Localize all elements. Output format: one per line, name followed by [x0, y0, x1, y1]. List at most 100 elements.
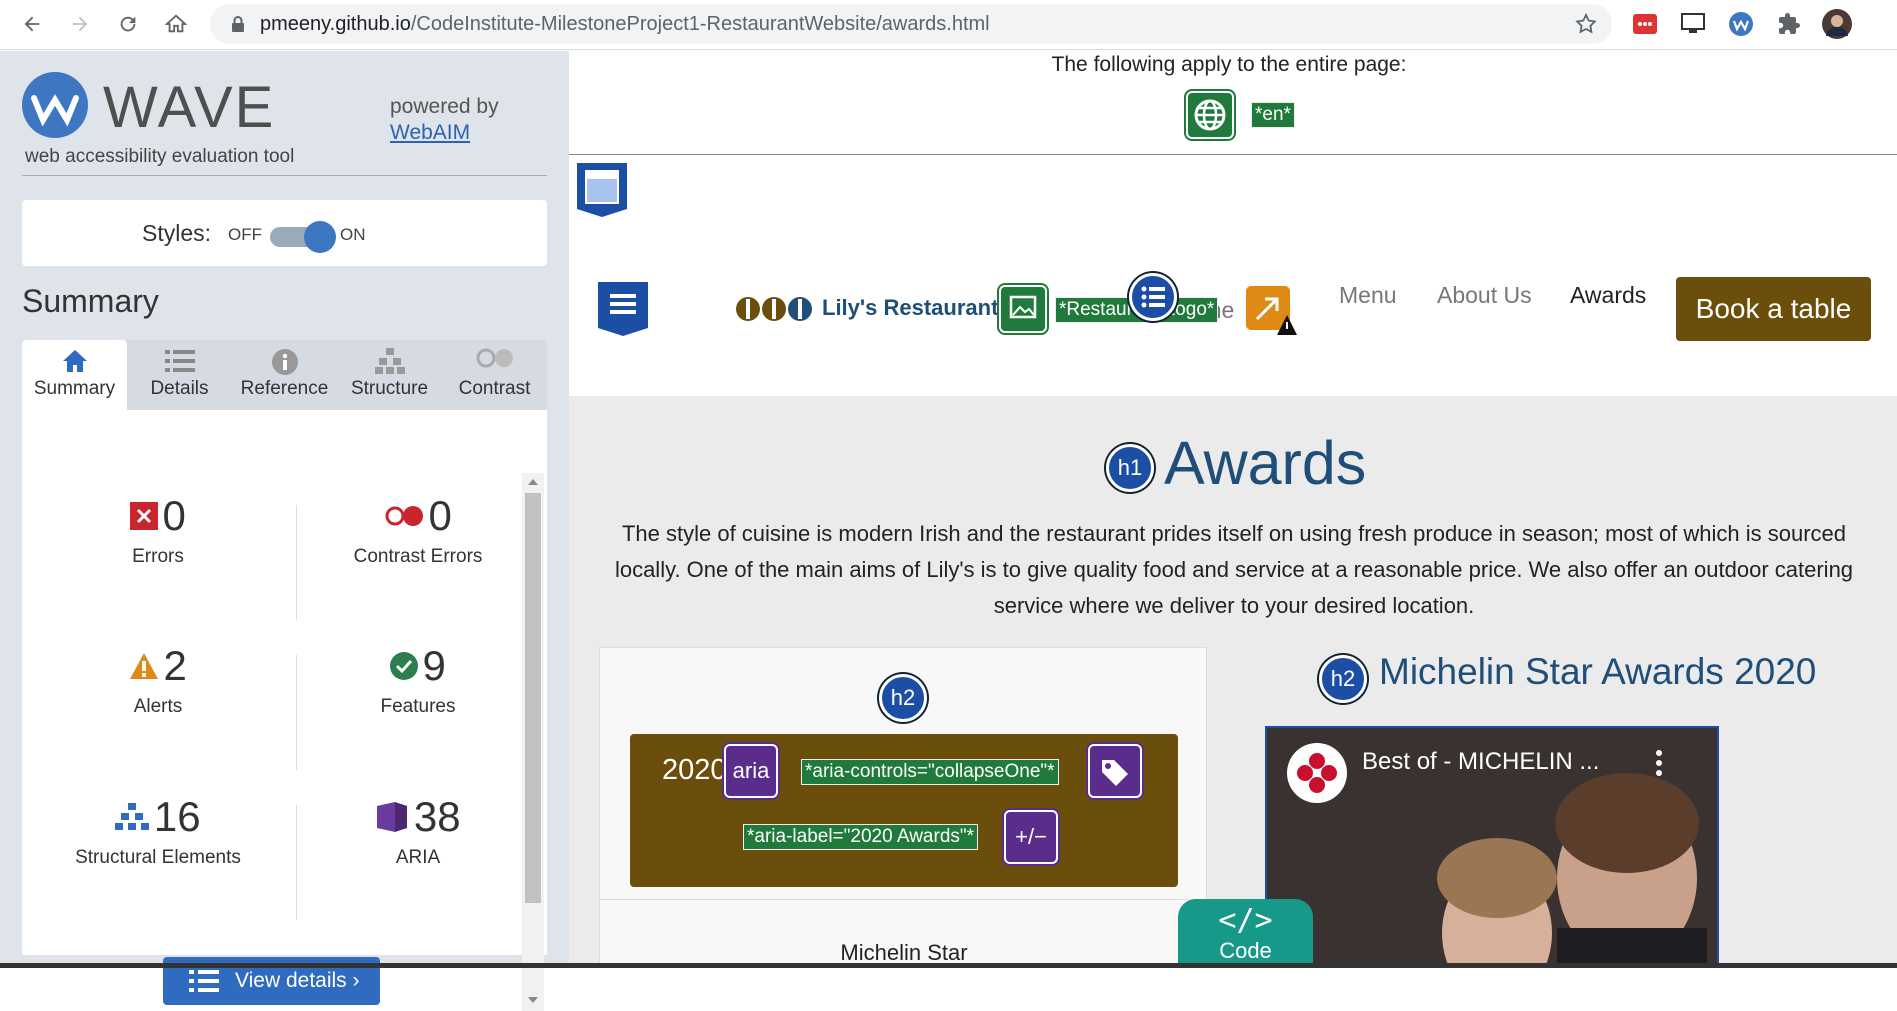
contrast-error-icon — [384, 506, 424, 526]
alerts-label: Alerts — [133, 696, 183, 717]
powered-by-text: powered by — [390, 95, 499, 118]
page-level-icons: The following apply to the entire page: … — [569, 51, 1897, 155]
scroll-down-icon[interactable] — [522, 993, 544, 1007]
wave-logo-icon — [22, 72, 88, 138]
h1-badge[interactable]: h1 — [1106, 444, 1154, 492]
tab-reference[interactable]: Reference — [232, 340, 337, 410]
wave-logo-text: WAVE — [103, 75, 276, 140]
error-icon — [130, 502, 159, 530]
header-region-icon[interactable] — [577, 163, 627, 217]
reload-icon[interactable] — [114, 10, 142, 38]
intro-paragraph: The style of cuisine is modern Irish and… — [614, 521, 1854, 618]
aria-label: ARIA — [395, 847, 441, 868]
h2-badge[interactable]: h2 — [879, 674, 927, 722]
list-badge-icon[interactable] — [1129, 273, 1177, 321]
styles-toggle-knob[interactable] — [304, 221, 336, 253]
features-count: 9 — [422, 642, 446, 689]
features-label: Features — [380, 696, 456, 717]
book-table-button[interactable]: Book a table — [1676, 277, 1871, 341]
redundant-link-alert-icon[interactable] — [1244, 284, 1297, 337]
url-text: pmeeny.github.io/CodeInstitute-Milestone… — [260, 13, 990, 35]
bookmark-star-icon[interactable] — [1574, 12, 1598, 41]
home-icon — [22, 348, 127, 374]
scrollbar-thumb[interactable] — [525, 493, 541, 903]
aria-icon — [375, 802, 409, 832]
tab-details[interactable]: Details — [127, 340, 232, 410]
aria-stat[interactable]: 38 ARIA — [298, 793, 538, 869]
extensions-puzzle-icon[interactable] — [1774, 9, 1804, 39]
aria-label-tag-icon[interactable] — [1088, 744, 1142, 798]
info-icon — [232, 348, 337, 375]
panel-scrollbar[interactable] — [522, 473, 544, 1011]
tab-label: Reference — [240, 378, 329, 399]
tab-contrast[interactable]: Contrast — [442, 340, 547, 410]
applies-text: The following apply to the entire page: — [1051, 53, 1407, 76]
scroll-up-icon[interactable] — [522, 475, 544, 489]
structure-icon — [115, 803, 150, 830]
h2-badge-right[interactable]: h2 — [1319, 655, 1367, 703]
evaluated-page: The following apply to the entire page: … — [569, 51, 1897, 968]
summary-panel: 0 Errors 0 Contrast Errors 2 Alerts 9 Fe… — [22, 410, 547, 955]
profile-avatar[interactable] — [1822, 9, 1852, 39]
navigation-region-icon[interactable] — [598, 282, 648, 336]
contrast-errors-stat[interactable]: 0 Contrast Errors — [298, 492, 538, 568]
browser-toolbar: pmeeny.github.io/CodeInstitute-Milestone… — [0, 0, 1897, 50]
list-icon — [127, 348, 232, 374]
wave-tagline: web accessibility evaluation tool — [25, 146, 295, 167]
aria-badge[interactable]: aria — [724, 744, 778, 798]
language-globe-icon[interactable] — [1186, 91, 1234, 139]
accordion-button-2020[interactable]: 2020 aria *aria-controls="collapseOne"* … — [630, 734, 1178, 887]
wave-code-tab[interactable]: </> Code — [1178, 899, 1313, 968]
brand-name[interactable]: Lily's Restaurant — [822, 295, 998, 321]
back-icon[interactable] — [18, 10, 46, 38]
nav-awards-link[interactable]: Awards — [1570, 282, 1646, 309]
contrast-errors-count: 0 — [428, 492, 452, 539]
more-options-icon[interactable] — [1653, 748, 1665, 783]
tab-structure[interactable]: Structure — [337, 340, 442, 410]
feature-check-icon — [390, 652, 419, 680]
list-icon — [189, 969, 219, 999]
extension-red-icon[interactable] — [1630, 9, 1660, 39]
site-header — [569, 156, 1897, 396]
address-bar[interactable]: pmeeny.github.io/CodeInstitute-Milestone… — [210, 4, 1612, 44]
contrast-icon — [442, 348, 547, 374]
aria-count: 38 — [413, 793, 461, 840]
forward-icon[interactable] — [66, 10, 94, 38]
cutlery-logo-icon — [736, 297, 812, 321]
styles-label: Styles: — [142, 220, 212, 246]
expanded-toggle-badge[interactable]: +/− — [1004, 810, 1058, 864]
errors-stat[interactable]: 0 Errors — [38, 492, 278, 568]
home-icon[interactable] — [162, 10, 190, 38]
michelin-channel-icon[interactable] — [1287, 743, 1347, 803]
wave-extension-icon[interactable] — [1726, 9, 1756, 39]
nav-menu-link[interactable]: Menu — [1339, 282, 1397, 309]
alert-icon — [129, 653, 159, 679]
alerts-count: 2 — [163, 642, 187, 689]
divider — [22, 175, 547, 176]
tab-summary[interactable]: Summary — [22, 340, 127, 410]
video-title[interactable]: Best of - MICHELIN ... — [1362, 748, 1599, 776]
youtube-video-embed[interactable]: Best of - MICHELIN ... — [1265, 726, 1719, 968]
divider — [296, 505, 297, 620]
webaim-link[interactable]: WebAIM — [390, 121, 470, 145]
aria-controls-tag: *aria-controls="collapseOne"* — [801, 759, 1059, 785]
page-heading: Awards — [1164, 429, 1367, 497]
contrast-errors-label: Contrast Errors — [353, 546, 483, 567]
tab-label: Structure — [350, 378, 429, 399]
structural-count: 16 — [153, 793, 201, 840]
styles-off-label: OFF — [228, 225, 262, 244]
extension-monitor-icon[interactable] — [1678, 9, 1708, 39]
code-icon: </> — [1218, 903, 1273, 938]
structure-icon — [337, 348, 442, 374]
restaurant-logo[interactable] — [734, 291, 814, 332]
tab-label: Contrast — [458, 378, 531, 399]
alerts-stat[interactable]: 2 Alerts — [38, 642, 278, 718]
features-stat[interactable]: 9 Features — [298, 642, 538, 718]
lang-tag: *en* — [1251, 102, 1295, 128]
divider — [296, 655, 297, 770]
accordion-year: 2020 — [662, 754, 727, 786]
view-details-label: View details › — [235, 969, 360, 992]
alt-text-image-icon[interactable] — [999, 285, 1047, 333]
nav-about-link[interactable]: About Us — [1437, 282, 1532, 309]
structural-stat[interactable]: 16 Structural Elements — [38, 793, 278, 869]
